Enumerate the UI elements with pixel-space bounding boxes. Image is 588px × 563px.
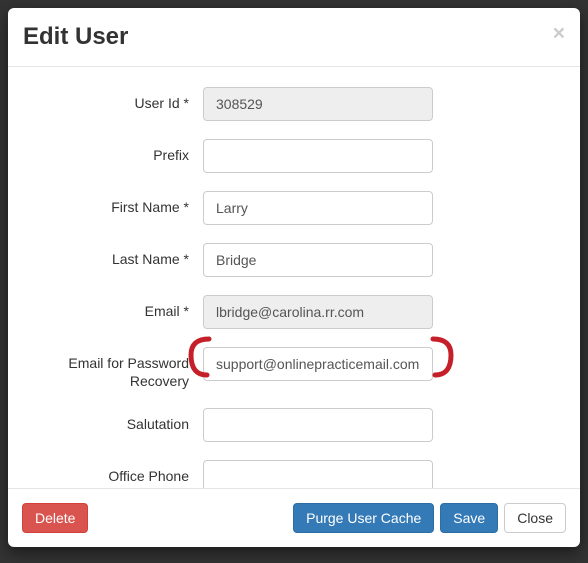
label-last-name: Last Name * [23, 243, 203, 268]
label-salutation: Salutation [23, 408, 203, 433]
row-last-name: Last Name * [23, 243, 565, 277]
modal-footer: Delete Purge User Cache Save Close [8, 488, 580, 547]
modal-title: Edit User [23, 23, 553, 51]
input-email-recovery[interactable] [203, 347, 433, 381]
close-icon[interactable]: × [553, 23, 565, 44]
label-first-name: First Name * [23, 191, 203, 216]
input-salutation[interactable] [203, 408, 433, 442]
input-user-id[interactable] [203, 87, 433, 121]
input-office-phone[interactable] [203, 460, 433, 488]
row-office-phone: Office Phone [23, 460, 565, 488]
input-email[interactable] [203, 295, 433, 329]
input-first-name[interactable] [203, 191, 433, 225]
row-first-name: First Name * [23, 191, 565, 225]
modal-header: Edit User × [8, 8, 580, 67]
row-user-id: User Id * [23, 87, 565, 121]
input-last-name[interactable] [203, 243, 433, 277]
modal-body[interactable]: User Id * Prefix First Name * Last Name … [8, 67, 580, 488]
row-email: Email * [23, 295, 565, 329]
edit-user-modal: Edit User × User Id * Prefix First Name … [8, 8, 580, 547]
label-email-recovery: Email for Password Recovery [23, 347, 203, 390]
close-button[interactable]: Close [504, 503, 566, 533]
input-prefix[interactable] [203, 139, 433, 173]
row-email-recovery: Email for Password Recovery [23, 347, 565, 390]
label-email: Email * [23, 295, 203, 320]
row-salutation: Salutation [23, 408, 565, 442]
delete-button[interactable]: Delete [22, 503, 88, 533]
label-office-phone: Office Phone [23, 460, 203, 485]
purge-user-cache-button[interactable]: Purge User Cache [293, 503, 434, 533]
row-prefix: Prefix [23, 139, 565, 173]
label-prefix: Prefix [23, 139, 203, 164]
label-user-id: User Id * [23, 87, 203, 112]
save-button[interactable]: Save [440, 503, 498, 533]
